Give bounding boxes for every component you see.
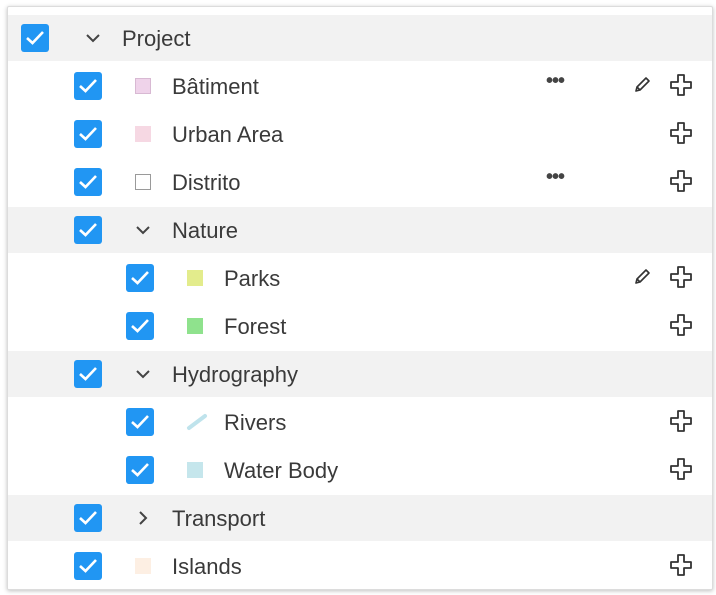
more-options-icon[interactable]: ••• — [546, 167, 565, 187]
check-icon — [131, 415, 149, 429]
tree-label: Rivers — [224, 410, 287, 435]
tree-label: Project — [122, 26, 191, 51]
tree-row-batiment[interactable]: Bâtiment ••• — [8, 63, 712, 109]
tree-row-distrito[interactable]: Distrito ••• — [8, 159, 712, 205]
tree-row-forest[interactable]: Forest — [8, 303, 712, 349]
tree-row-nature[interactable]: Nature — [8, 207, 712, 253]
tree-label: Water Body — [224, 458, 339, 483]
tree-row-rivers[interactable]: Rivers — [8, 399, 712, 445]
layer-checkbox[interactable] — [126, 408, 154, 436]
tree-label: Forest — [224, 314, 287, 339]
plus-outline-icon[interactable] — [669, 553, 693, 577]
layer-checkbox[interactable] — [126, 264, 154, 292]
plus-outline-icon[interactable] — [669, 409, 693, 433]
chevron-down-icon[interactable] — [134, 365, 152, 383]
layer-checkbox[interactable] — [74, 72, 102, 100]
layer-checkbox[interactable] — [126, 312, 154, 340]
tree-label: Transport — [172, 506, 266, 531]
layer-swatch — [135, 558, 151, 574]
tree-row-parks[interactable]: Parks — [8, 255, 712, 301]
check-icon — [79, 175, 97, 189]
group-checkbox[interactable] — [74, 504, 102, 532]
tree-label: Distrito — [172, 170, 241, 195]
check-icon — [79, 127, 97, 141]
layer-swatch — [135, 126, 151, 142]
plus-outline-icon[interactable] — [669, 169, 693, 193]
check-icon — [131, 319, 149, 333]
layer-checkbox[interactable] — [74, 120, 102, 148]
check-icon — [131, 463, 149, 477]
tree-row-urban-area[interactable]: Urban Area — [8, 111, 712, 157]
tree-row-project[interactable]: Project — [8, 15, 712, 61]
chevron-down-icon[interactable] — [134, 221, 152, 239]
plus-outline-icon[interactable] — [669, 73, 693, 97]
river-line-icon — [187, 414, 207, 430]
project-checkbox[interactable] — [21, 24, 49, 52]
check-icon — [79, 511, 97, 525]
check-icon — [79, 559, 97, 573]
check-icon — [79, 367, 97, 381]
group-checkbox[interactable] — [74, 216, 102, 244]
check-icon — [131, 271, 149, 285]
tree-label: Parks — [224, 266, 281, 291]
layer-checkbox[interactable] — [74, 552, 102, 580]
chevron-right-icon[interactable] — [134, 509, 152, 527]
tree-label: Islands — [172, 554, 242, 579]
plus-outline-icon[interactable] — [669, 265, 693, 289]
tree-row-islands[interactable]: Islands — [8, 543, 712, 589]
more-options-icon[interactable]: ••• — [546, 71, 565, 91]
layer-swatch — [135, 78, 151, 94]
layer-swatch — [187, 462, 203, 478]
check-icon — [26, 31, 44, 45]
tree-label: Nature — [172, 218, 239, 243]
plus-outline-icon[interactable] — [669, 457, 693, 481]
layer-checkbox[interactable] — [126, 456, 154, 484]
check-icon — [79, 223, 97, 237]
tree-row-transport[interactable]: Transport — [8, 495, 712, 541]
tree-row-hydrography[interactable]: Hydrography — [8, 351, 712, 397]
pencil-icon[interactable] — [632, 75, 652, 95]
group-checkbox[interactable] — [74, 360, 102, 388]
layer-swatch — [187, 270, 203, 286]
layer-checkbox[interactable] — [74, 168, 102, 196]
plus-outline-icon[interactable] — [669, 313, 693, 337]
chevron-down-icon[interactable] — [84, 29, 102, 47]
tree-label: Bâtiment — [172, 74, 259, 99]
pencil-icon[interactable] — [632, 267, 652, 287]
check-icon — [79, 79, 97, 93]
layer-swatch — [187, 318, 203, 334]
layer-swatch — [135, 174, 151, 190]
layer-tree-panel: Project Bâtiment ••• Urban Area Distrito… — [7, 6, 713, 590]
tree-row-water-body[interactable]: Water Body — [8, 447, 712, 493]
tree-label: Urban Area — [172, 122, 284, 147]
plus-outline-icon[interactable] — [669, 121, 693, 145]
tree-label: Hydrography — [172, 362, 298, 387]
